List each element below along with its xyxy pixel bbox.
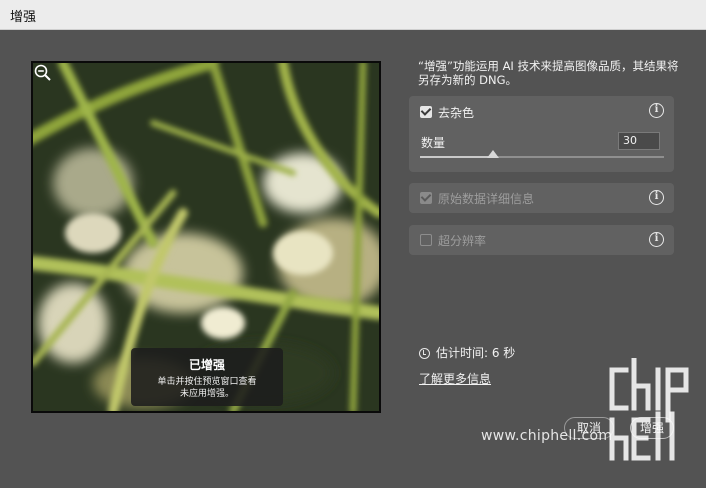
raw-details-info-icon[interactable]: i [649,190,664,205]
chiphell-logo [609,358,689,461]
denoise-label[interactable]: 去杂色 [438,104,474,121]
window-title: 增强 [10,10,37,25]
enhanced-badge: 已增强 单击并按住预览窗口查看 未应用增强。 [131,348,283,406]
estimated-time-text: 估计时间: 6 秒 [436,346,516,360]
estimated-time: 估计时间: 6 秒 [419,344,515,361]
feature-description: “增强”功能运用 AI 技术来提高图像品质，其结果将另存为新的 DNG。 [418,59,679,87]
super-resolution-info-icon[interactable]: i [649,232,664,247]
amount-slider[interactable] [420,150,664,158]
denoise-group: 去杂色 i 数量 30 [409,96,674,172]
super-resolution-checkbox[interactable] [420,234,432,246]
raw-details-checkbox[interactable] [420,192,432,204]
raw-details-group: 原始数据详细信息 i [409,183,674,213]
enhanced-badge-hint-2: 未应用增强。 [179,389,234,399]
zoom-out-icon[interactable] [33,63,53,83]
super-resolution-group: 超分辨率 i [409,225,674,255]
denoise-checkbox[interactable] [420,106,432,118]
amount-label: 数量 [421,136,446,150]
super-resolution-label[interactable]: 超分辨率 [438,232,486,249]
enhanced-badge-title: 已增强 [188,358,225,372]
amount-input[interactable]: 30 [618,132,660,150]
amount-slider-thumb[interactable] [487,150,500,158]
dialog-content: 已增强 单击并按住预览窗口查看 未应用增强。 “增强”功能运用 AI 技术来提高… [0,30,706,472]
watermark-site: www.chiphell.com [481,428,613,444]
amount-slider-fill [420,156,494,158]
title-bar: 增强 [0,0,706,30]
learn-more-link[interactable]: 了解更多信息 [419,370,491,387]
timer-icon [419,348,430,359]
raw-details-label[interactable]: 原始数据详细信息 [438,190,534,207]
denoise-info-icon[interactable]: i [649,103,664,118]
enhance-preview[interactable]: 已增强 单击并按住预览窗口查看 未应用增强。 [31,61,381,413]
enhanced-badge-hint: 单击并按住预览窗口查看 [157,377,257,387]
